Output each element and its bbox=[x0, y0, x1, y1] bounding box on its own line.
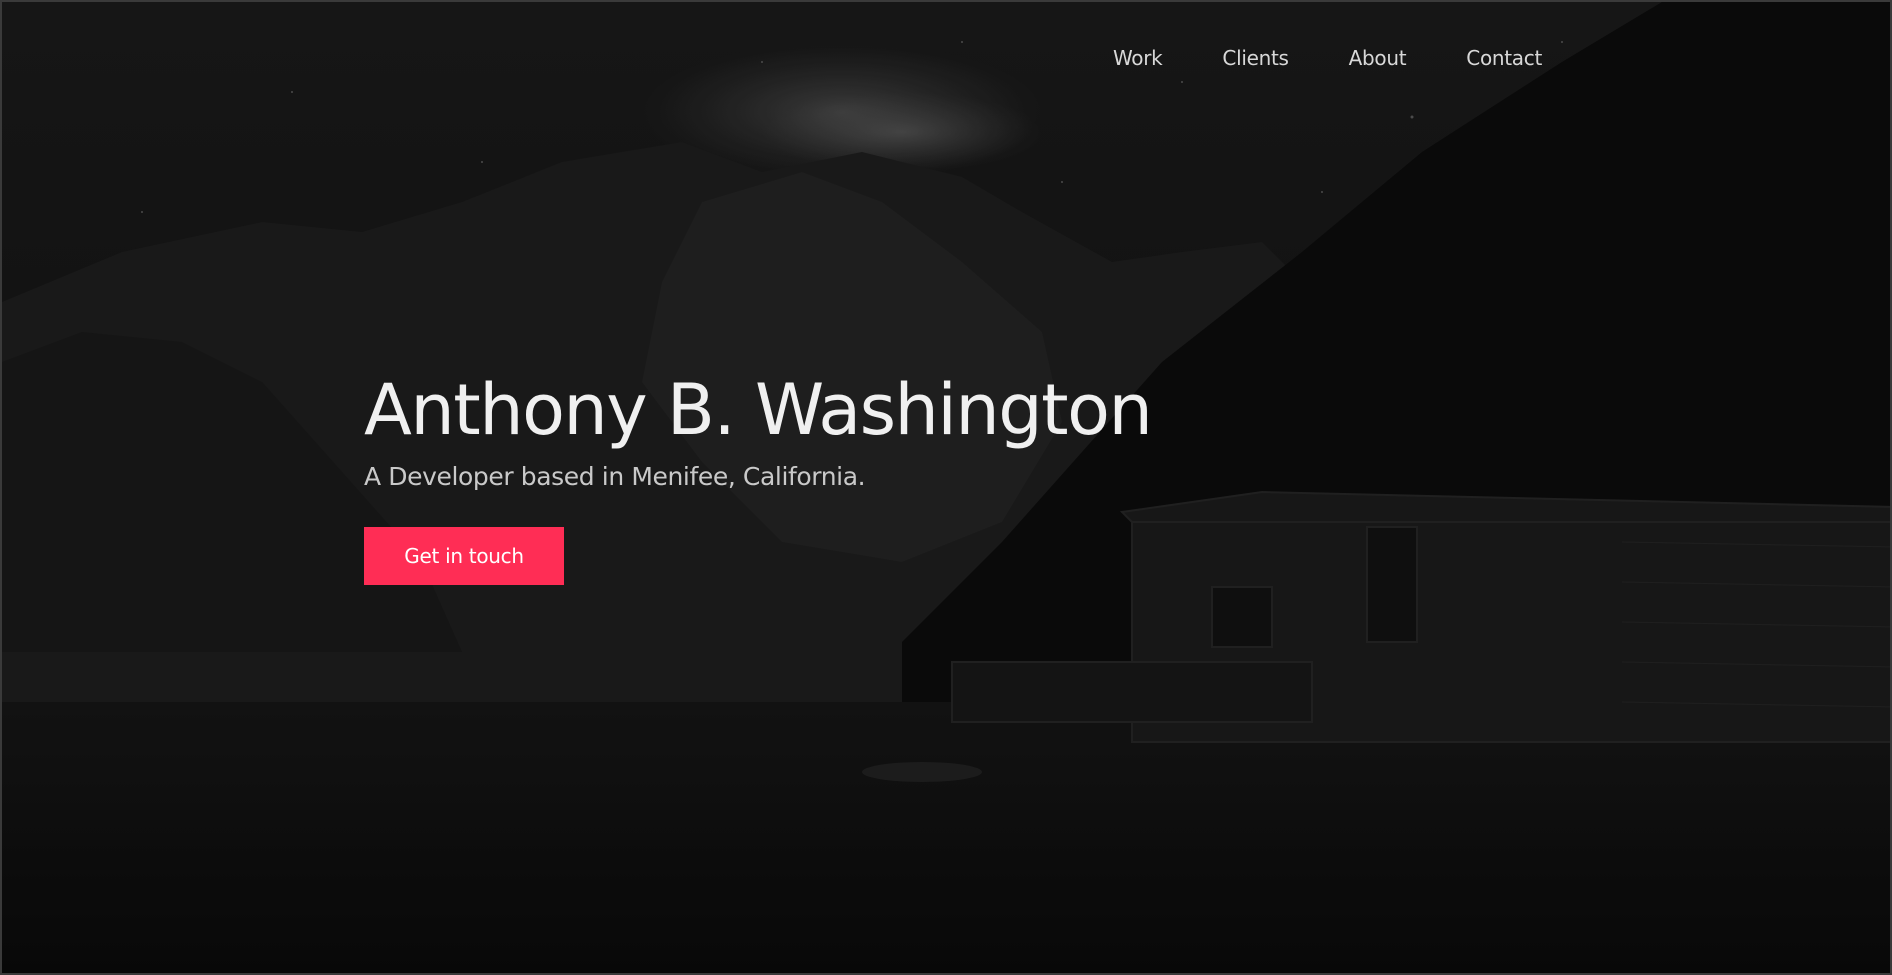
hero-content: Anthony B. Washington A Developer based … bbox=[364, 368, 1153, 585]
nav-link-contact[interactable]: Contact bbox=[1466, 46, 1542, 70]
get-in-touch-button[interactable]: Get in touch bbox=[364, 527, 564, 585]
hero-section: Work Clients About Contact Anthony B. Wa… bbox=[0, 0, 1892, 975]
hero-title: Anthony B. Washington bbox=[364, 369, 1153, 451]
main-navigation: Work Clients About Contact bbox=[1113, 46, 1542, 70]
nav-link-work[interactable]: Work bbox=[1113, 46, 1163, 70]
nav-link-clients[interactable]: Clients bbox=[1222, 46, 1289, 70]
nav-link-about[interactable]: About bbox=[1349, 46, 1407, 70]
hero-subtitle: A Developer based in Menifee, California… bbox=[364, 462, 866, 491]
